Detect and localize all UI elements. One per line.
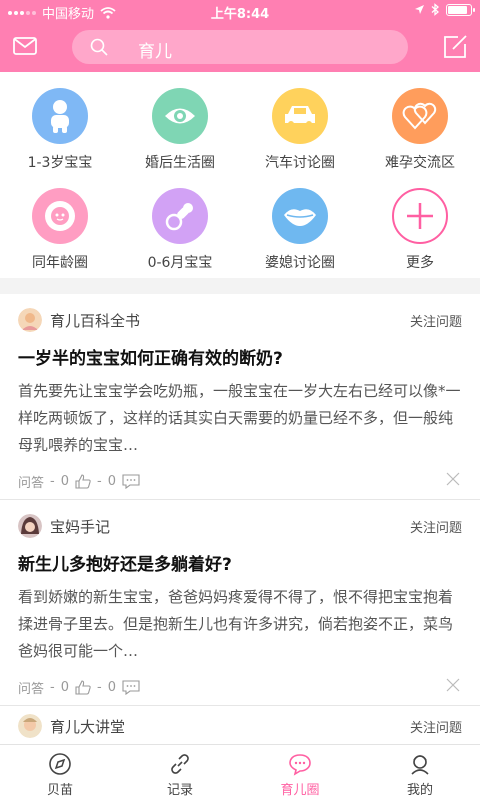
card-type: 问答 (18, 476, 45, 491)
compose-icon[interactable] (442, 34, 468, 60)
status-bar: 中国移动 上午8:44 (0, 0, 480, 22)
dismiss-icon[interactable] (446, 472, 460, 486)
car-icon (272, 88, 328, 144)
tab-label: 我的 (406, 783, 433, 798)
category-label: 汽车讨论圈 (265, 155, 335, 171)
category-in-laws[interactable]: 婆媳讨论圈 (240, 188, 360, 272)
card-excerpt[interactable]: 看到娇嫩的新生宝宝，爸爸妈妈疼爱得不得了，恨不得把宝宝抱着揉进骨子里去。但是抱新… (18, 584, 462, 665)
user-icon (411, 755, 429, 775)
search-text: 育儿 (138, 42, 172, 62)
chat-bubble-icon (289, 754, 311, 776)
card-type: 问答 (18, 682, 45, 697)
bottom-tab-bar: 贝苗 记录 育儿圈 我的 (0, 744, 480, 800)
card-source[interactable]: 育儿大讲堂 (50, 716, 125, 737)
location-arrow-icon (415, 5, 424, 14)
feed-list: 育儿百科全书 关注问题 一岁半的宝宝如何正确有效的断奶? 首先要先让宝宝学会吃奶… (0, 294, 480, 744)
category-married-life[interactable]: 婚后生活圈 (120, 88, 240, 172)
baby-face-icon (32, 188, 88, 244)
tab-parenting-circle[interactable]: 育儿圈 (240, 745, 360, 800)
meta-separator: - (97, 680, 102, 695)
card-title[interactable]: 新生儿多抱好还是多躺着好? (18, 550, 462, 575)
avatar (18, 514, 42, 538)
pacifier-icon (152, 188, 208, 244)
app-header: 育儿 (0, 22, 480, 72)
card-header: 宝妈手记 关注问题 (18, 514, 462, 538)
follow-question-button[interactable]: 关注问题 (410, 311, 462, 330)
bluetooth-icon (431, 3, 439, 16)
category-car[interactable]: 汽车讨论圈 (240, 88, 360, 172)
status-right (414, 3, 475, 16)
category-grid: 1-3岁宝宝 婚后生活圈 汽车讨论圈 难孕交流区 同年龄圈 0-6月宝宝 婆媳讨… (0, 72, 480, 278)
follow-question-button[interactable]: 关注问题 (410, 517, 462, 536)
battery-icon (446, 3, 475, 16)
follow-question-button[interactable]: 关注问题 (410, 717, 462, 736)
comment-icon[interactable] (122, 474, 140, 489)
category-infertility[interactable]: 难孕交流区 (360, 88, 480, 172)
comment-icon[interactable] (122, 680, 140, 695)
card-meta: 问答 - 0 - 0 (18, 678, 140, 697)
tab-label: 记录 (166, 783, 193, 798)
search-icon (90, 38, 108, 56)
status-time: 上午8:44 (210, 7, 270, 22)
thumbs-up-icon[interactable] (75, 680, 91, 695)
category-same-age[interactable]: 同年龄圈 (0, 188, 120, 272)
search-bar[interactable]: 育儿 (72, 30, 408, 64)
category-more[interactable]: 更多 (360, 188, 480, 272)
card-meta: 问答 - 0 - 0 (18, 472, 140, 491)
card-header: 育儿大讲堂 关注问题 (18, 714, 462, 738)
category-label: 1-3岁宝宝 (27, 155, 93, 171)
category-label: 婚后生活圈 (145, 155, 215, 171)
thumbs-up-icon[interactable] (75, 474, 91, 489)
category-newborn[interactable]: 0-6月宝宝 (120, 188, 240, 272)
card-title[interactable]: 一岁半的宝宝如何正确有效的断奶? (18, 344, 462, 369)
category-toddler[interactable]: 1-3岁宝宝 (0, 88, 120, 172)
category-label: 难孕交流区 (385, 155, 455, 171)
feed-card[interactable]: 育儿大讲堂 关注问题 (0, 706, 480, 744)
meta-separator: - (50, 680, 55, 695)
tab-label: 贝苗 (46, 783, 73, 798)
like-count: 0 (60, 474, 69, 489)
card-excerpt[interactable]: 首先要先让宝宝学会吃奶瓶，一般宝宝在一岁大左右已经可以像*一样吃两顿饭了，这样的… (18, 378, 462, 459)
avatar (18, 308, 42, 332)
tab-label: 育儿圈 (280, 783, 320, 798)
category-label: 婆媳讨论圈 (265, 255, 335, 271)
toddler-icon (32, 88, 88, 144)
tab-mine[interactable]: 我的 (360, 745, 480, 800)
meta-separator: - (97, 474, 102, 489)
avatar (18, 714, 42, 738)
lips-icon (272, 188, 328, 244)
tab-beimiao[interactable]: 贝苗 (0, 745, 120, 800)
meta-separator: - (50, 474, 55, 489)
comment-count: 0 (107, 474, 116, 489)
feed-card[interactable]: 育儿百科全书 关注问题 一岁半的宝宝如何正确有效的断奶? 首先要先让宝宝学会吃奶… (0, 294, 480, 500)
dismiss-icon[interactable] (446, 678, 460, 692)
card-source[interactable]: 宝妈手记 (50, 516, 110, 537)
compass-icon (49, 753, 71, 775)
eye-icon (152, 88, 208, 144)
like-count: 0 (60, 680, 69, 695)
card-source[interactable]: 育儿百科全书 (50, 310, 140, 331)
category-label: 同年龄圈 (32, 255, 88, 271)
category-label: 更多 (406, 255, 434, 271)
feed-card[interactable]: 宝妈手记 关注问题 新生儿多抱好还是多躺着好? 看到娇嫩的新生宝宝，爸爸妈妈疼爱… (0, 500, 480, 706)
category-label: 0-6月宝宝 (147, 255, 213, 271)
comment-count: 0 (107, 680, 116, 695)
tab-records[interactable]: 记录 (120, 745, 240, 800)
card-header: 育儿百科全书 关注问题 (18, 308, 462, 332)
mail-icon[interactable] (13, 37, 37, 55)
link-icon (171, 754, 189, 774)
plus-icon (392, 188, 448, 244)
hearts-icon (392, 88, 448, 144)
